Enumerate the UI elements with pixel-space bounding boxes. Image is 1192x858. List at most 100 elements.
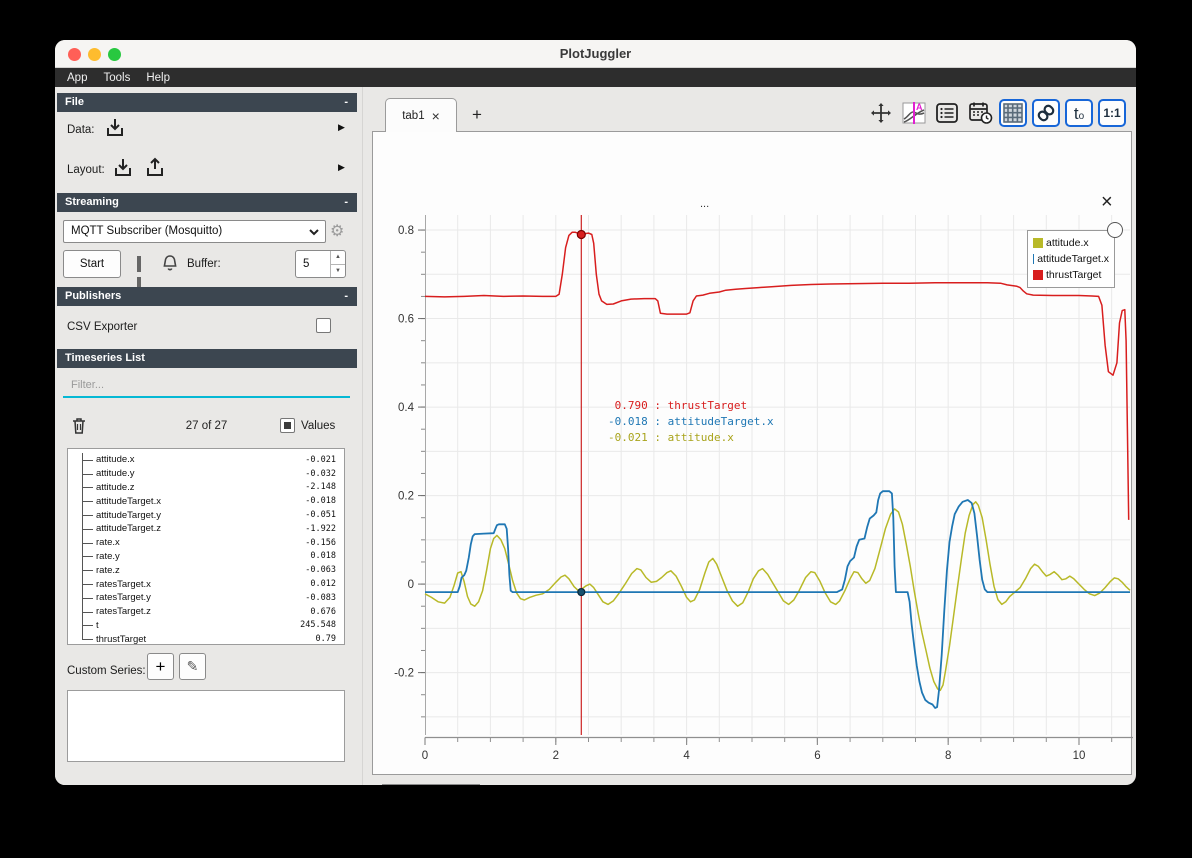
link-axes-icon[interactable] [1032,99,1060,127]
play-button[interactable]: ▶ [526,783,544,785]
legend-swatch [1033,254,1035,264]
x-tick-label: 0 [422,750,428,762]
chevron-down-icon [307,225,321,247]
timeseries-item-attitude.y[interactable]: attitude.y -0.032 [82,467,344,481]
streaming-source-select[interactable]: MQTT Subscriber (Mosquitto) [63,220,326,243]
timeseries-name: attitudeTarget.x [96,495,161,507]
timeseries-value: 0.018 [310,551,336,562]
plot-legend[interactable]: attitude.x attitudeTarget.x thrustTarget [1027,222,1123,288]
timeseries-value: -0.021 [305,454,336,465]
custom-series-list[interactable] [67,690,345,762]
timeseries-item-attitude.x[interactable]: attitude.x -0.021 [82,453,344,467]
csv-exporter-checkbox[interactable] [316,318,331,333]
bell-icon[interactable] [159,253,181,275]
timeseries-item-attitudeTarget.y[interactable]: attitudeTarget.y -0.051 [82,508,344,522]
filter-input[interactable] [63,374,350,398]
series-line-attitudeTarget.x [425,490,1130,709]
tracker-marker-dot [576,229,586,240]
tracker-readout: 0.790 : thrustTarget -0.018 : attitudeTar… [608,398,774,446]
tracker-style-icon[interactable]: A [900,99,928,127]
collapse-icon[interactable]: - [344,93,348,112]
layout-load-icon[interactable] [111,156,135,180]
relative-time-icon[interactable]: to [1065,99,1093,127]
timeseries-name: rate.y [96,550,120,562]
timeseries-name: t [96,619,99,631]
gear-icon[interactable]: ⚙ [330,221,344,241]
tracker-readout-line: 0.790 : thrustTarget [608,399,748,412]
x-tick-label: 8 [945,750,951,762]
timeseries-item-attitude.z[interactable]: attitude.z -2.148 [82,481,344,495]
timeseries-item-attitudeTarget.z[interactable]: attitudeTarget.z -1.922 [82,522,344,536]
timeseries-name: ratesTarget.x [96,578,151,590]
data-load-icon[interactable] [103,116,127,140]
collapse-icon[interactable]: - [344,193,348,212]
section-header-streaming[interactable]: Streaming - [57,193,357,212]
add-custom-series-button[interactable]: + [147,653,174,680]
timeseries-item-thrustTarget[interactable]: thrustTarget 0.79 [82,632,344,645]
collapse-icon[interactable]: - [344,287,348,306]
pause-icon[interactable] [137,256,149,293]
plot-canvas[interactable]: -0.2 0 0.2 0.4 0.6 0.8 attitude.x attitudeTarg… [394,215,1131,735]
timeseries-value: -0.018 [305,496,336,507]
y-tick-label: 0 [408,579,414,591]
y-tick-label: 0.6 [398,314,414,326]
section-header-publishers[interactable]: Publishers - [57,287,357,306]
timeseries-name: attitudeTarget.z [96,523,161,535]
data-menu-arrow-icon[interactable]: ▶ [338,122,345,133]
layout-menu-arrow-icon[interactable]: ▶ [338,162,345,173]
timeseries-name: attitudeTarget.y [96,509,161,521]
timeseries-list[interactable]: attitude.x -0.021 attitude.y -0.032 attitude… [67,448,345,645]
csv-exporter-label: CSV Exporter [67,321,138,333]
menu-item-tools[interactable]: Tools [95,70,138,86]
timeseries-value: 0.79 [315,634,336,645]
tab-close-icon[interactable]: × [432,109,440,123]
pan-arrows-icon[interactable] [867,99,895,127]
tracker-readout-line: -0.018 : attitudeTarget.x [608,415,774,428]
edit-custom-series-button[interactable]: ✎ [179,653,206,680]
start-button[interactable]: Start [63,250,121,278]
timeseries-item-ratesTarget.z[interactable]: ratesTarget.z 0.676 [82,605,344,619]
legend-entry-thrustTarget[interactable]: thrustTarget [1033,267,1109,283]
legend-knob-icon[interactable] [1107,222,1123,238]
plot-close-icon[interactable]: × [1101,192,1113,212]
spin-down-icon: ▼ [335,267,341,274]
menu-item-help[interactable]: Help [138,70,178,86]
grid-view-icon[interactable] [999,99,1027,127]
timeseries-name: ratesTarget.z [96,606,151,618]
timeseries-value: -0.156 [305,537,336,548]
timeseries-value: 0.676 [310,606,336,617]
tracker-readout-line: -0.021 : attitude.x [608,431,734,444]
menu-item-app[interactable]: App [59,70,95,86]
legend-swatch [1033,270,1043,280]
timeseries-value: -2.148 [305,482,336,493]
timeseries-name: rate.x [96,537,120,549]
add-tab-button[interactable]: + [465,102,489,128]
timeseries-name: attitude.x [96,454,135,466]
layout-save-icon[interactable] [143,156,167,180]
menu-bar: App Tools Help [55,68,1136,87]
timeseries-item-ratesTarget.x[interactable]: ratesTarget.x 0.012 [82,577,344,591]
data-label: Data: [67,124,95,136]
tab-tab1[interactable]: tab1 × [385,98,457,132]
x-tick-label: 2 [553,750,559,762]
timeseries-item-t[interactable]: t 245.548 [82,619,344,633]
ratio-icon[interactable]: 1:1 [1098,99,1126,127]
section-header-timeseries[interactable]: Timeseries List [57,349,357,368]
tracker-time-field[interactable]: 2.390 [382,784,480,785]
section-header-file[interactable]: File - [57,93,357,112]
timeseries-item-rate.x[interactable]: rate.x -0.156 [82,536,344,550]
timeseries-name: ratesTarget.y [96,592,151,604]
x-tick-label: 10 [1073,750,1086,762]
legend-label: thrustTarget [1046,269,1102,281]
timeseries-item-ratesTarget.y[interactable]: ratesTarget.y -0.083 [82,591,344,605]
list-view-icon[interactable] [933,99,961,127]
legend-entry-attitudeTarget.x[interactable]: attitudeTarget.x [1033,251,1109,267]
legend-entry-attitude.x[interactable]: attitude.x [1033,235,1109,251]
values-checkbox[interactable] [280,418,295,433]
datetime-scale-icon[interactable] [966,99,994,127]
buffer-spinbox[interactable]: 5 ▲ ▼ [295,250,346,278]
timeseries-item-rate.z[interactable]: rate.z -0.063 [82,563,344,577]
timeseries-item-rate.y[interactable]: rate.y 0.018 [82,550,344,564]
timeseries-item-attitudeTarget.x[interactable]: attitudeTarget.x -0.018 [82,494,344,508]
app-window: PlotJuggler App Tools Help File - Data: ▶ … [55,40,1136,785]
